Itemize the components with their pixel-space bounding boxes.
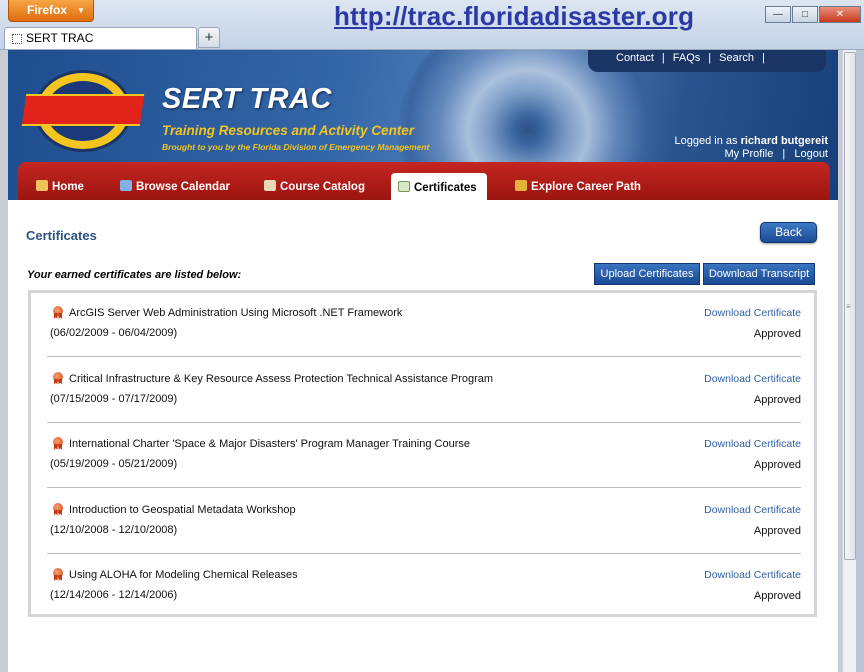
nav-browse-calendar[interactable]: Browse Calendar xyxy=(120,180,230,193)
download-transcript-button[interactable]: Download Transcript xyxy=(703,263,815,285)
site-header: Contact | FAQs | Search | SERT TRAC Trai… xyxy=(8,50,838,200)
certificate-name: ArcGIS Server Web Administration Using M… xyxy=(69,307,403,319)
award-ribbon-icon xyxy=(52,437,63,450)
login-username: richard butgereit xyxy=(740,135,828,147)
nav-certificates[interactable]: Certificates xyxy=(398,181,477,194)
nav-catalog-label: Course Catalog xyxy=(280,181,365,193)
certificate-list: ArcGIS Server Web Administration Using M… xyxy=(28,290,817,617)
download-certificate-link[interactable]: Download Certificate xyxy=(704,504,801,516)
certificate-dates: (12/10/2008 - 12/10/2008) xyxy=(50,523,178,536)
earned-intro-text: Your earned certificates are listed belo… xyxy=(27,269,242,281)
separator: | xyxy=(708,52,712,64)
firefox-menu-button[interactable]: Firefox ▼ xyxy=(8,0,94,22)
certificate-status: Approved xyxy=(753,328,801,340)
nav-active-tab: Certificates xyxy=(391,173,487,200)
certificate-item: Introduction to Geospatial Metadata Work… xyxy=(47,490,801,554)
page-title: Certificates xyxy=(26,228,97,243)
home-icon xyxy=(36,180,48,191)
separator: | xyxy=(762,52,765,64)
calendar-icon xyxy=(120,180,132,191)
back-button[interactable]: Back xyxy=(760,222,817,243)
search-link[interactable]: Search xyxy=(719,52,754,64)
page-icon xyxy=(12,34,22,44)
logo-word xyxy=(21,94,145,126)
nav-home-label: Home xyxy=(52,181,84,193)
window-frame-edge xyxy=(856,50,864,672)
certificate-item: International Charter 'Space & Major Dis… xyxy=(47,424,801,488)
certificate-item: Using ALOHA for Modeling Chemical Releas… xyxy=(47,555,801,619)
award-ribbon-icon xyxy=(52,568,63,581)
upload-certificates-button[interactable]: Upload Certificates xyxy=(594,263,700,285)
browser-viewport: Contact | FAQs | Search | SERT TRAC Trai… xyxy=(0,50,842,672)
site-byline: Brought to you by the Florida Division o… xyxy=(162,142,430,152)
certificate-name: Introduction to Geospatial Metadata Work… xyxy=(69,503,296,516)
maximize-button[interactable]: □ xyxy=(792,6,818,23)
nav-career-label: Explore Career Path xyxy=(531,181,641,193)
certificate-status: Approved xyxy=(753,393,801,406)
award-ribbon-icon xyxy=(52,502,63,516)
url-banner[interactable]: http://trac.floridadisaster.org xyxy=(334,1,694,32)
nav-course-catalog[interactable]: Course Catalog xyxy=(264,180,365,193)
vertical-scrollbar[interactable]: ≡ xyxy=(842,50,856,672)
sert-logo[interactable] xyxy=(21,70,145,152)
nav-calendar-label: Browse Calendar xyxy=(136,181,230,193)
browser-tab[interactable]: SERT TRAC xyxy=(4,27,197,49)
chevron-down-icon: ▼ xyxy=(77,6,85,15)
download-certificate-link[interactable]: Download Certificate xyxy=(704,307,801,319)
login-prefix: Logged in as xyxy=(674,135,738,147)
site-subtitle: Training Resources and Activity Center xyxy=(162,123,415,138)
nav-certificates-label: Certificates xyxy=(414,182,477,194)
separator: | xyxy=(661,52,665,64)
certificate-dates: (06/02/2009 - 06/04/2009) xyxy=(50,327,178,339)
award-ribbon-icon xyxy=(52,371,63,385)
site-title: SERT TRAC xyxy=(162,83,332,115)
certificate-icon xyxy=(398,181,410,192)
book-icon xyxy=(264,180,276,191)
nav-explore-career-path[interactable]: Explore Career Path xyxy=(515,180,641,193)
certificate-name: Critical Infrastructure & Key Resource A… xyxy=(69,372,494,385)
nav-home[interactable]: Home xyxy=(36,180,84,193)
login-info: Logged in as richard butgereit My Profil… xyxy=(675,135,828,161)
certificate-dates: (12/14/2006 - 12/14/2006) xyxy=(50,589,178,601)
certificate-item: ArcGIS Server Web Administration Using M… xyxy=(47,293,801,357)
faqs-link[interactable]: FAQs xyxy=(673,52,701,64)
my-profile-link[interactable]: My Profile xyxy=(724,148,773,160)
logout-link[interactable]: Logout xyxy=(794,148,828,160)
new-tab-button[interactable]: + xyxy=(198,27,220,48)
top-links: Contact | FAQs | Search | xyxy=(616,52,773,64)
certificate-status: Approved xyxy=(753,590,801,602)
certificate-name: International Charter 'Space & Major Dis… xyxy=(69,438,470,450)
people-icon xyxy=(515,180,527,191)
certificate-item: Critical Infrastructure & Key Resource A… xyxy=(47,359,801,423)
download-certificate-link[interactable]: Download Certificate xyxy=(704,373,801,385)
firefox-menu-label: Firefox xyxy=(27,3,68,17)
contact-link[interactable]: Contact xyxy=(616,52,654,64)
certificate-dates: (07/15/2009 - 07/17/2009) xyxy=(50,392,178,405)
certificate-status: Approved xyxy=(753,459,801,471)
grip-icon: ≡ xyxy=(846,302,851,311)
minimize-button[interactable]: — xyxy=(765,6,791,23)
browser-chrome: Firefox ▼ http://trac.floridadisaster.or… xyxy=(0,0,864,50)
certificate-dates: (05/19/2009 - 05/21/2009) xyxy=(50,458,178,470)
download-certificate-link[interactable]: Download Certificate xyxy=(704,438,801,450)
main-nav: Home Browse Calendar Course Catalog Cert… xyxy=(18,162,830,200)
page: Contact | FAQs | Search | SERT TRAC Trai… xyxy=(8,50,838,672)
close-window-button[interactable]: ✕ xyxy=(819,6,861,23)
separator: | xyxy=(782,148,786,160)
certificate-name: Using ALOHA for Modeling Chemical Releas… xyxy=(69,569,298,581)
certificate-status: Approved xyxy=(753,524,801,537)
download-certificate-link[interactable]: Download Certificate xyxy=(704,569,801,581)
window-controls: — □ ✕ xyxy=(764,6,861,23)
award-ribbon-icon xyxy=(52,306,63,319)
tab-title: SERT TRAC xyxy=(26,31,94,45)
